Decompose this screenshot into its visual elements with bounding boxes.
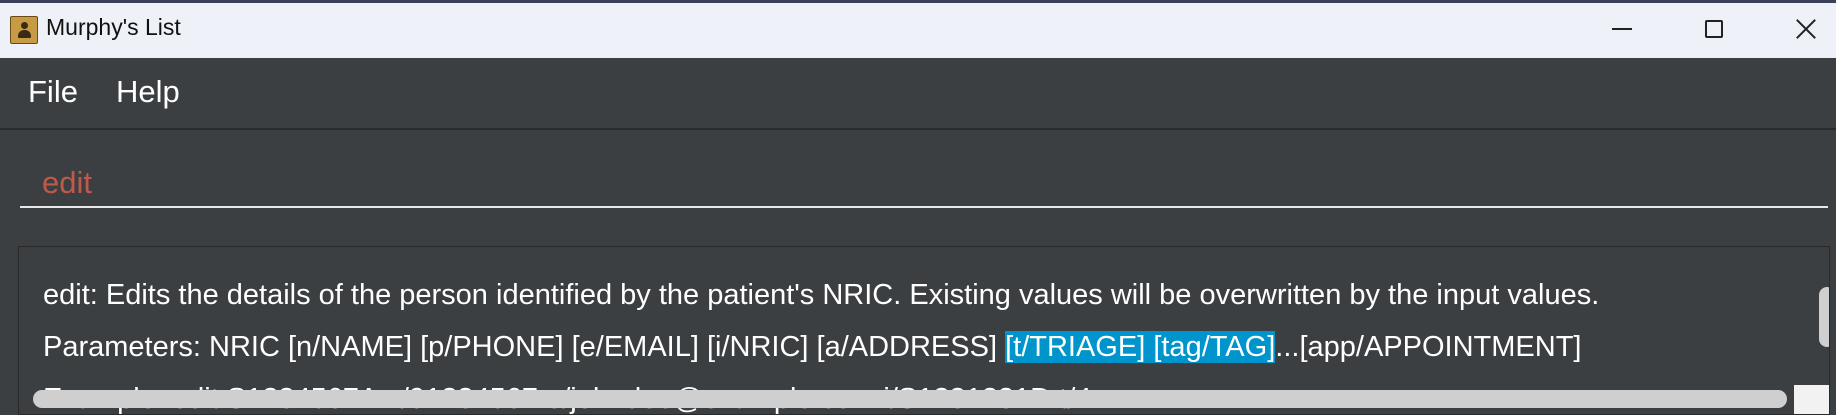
person-body-shape: [18, 30, 31, 38]
title-bar-edge: [0, 0, 1836, 3]
result-line-1: edit: Edits the details of the person id…: [43, 279, 1600, 311]
person-head-shape: [21, 22, 28, 29]
menu-bar: File Help: [0, 58, 1836, 130]
minimize-icon: [1612, 28, 1632, 30]
command-input[interactable]: [20, 160, 1828, 208]
title-bar: Murphy's List: [0, 0, 1836, 58]
menu-help[interactable]: Help: [116, 74, 180, 110]
close-icon: [1795, 18, 1817, 40]
selected-text-highlight: [t/TRIAGE] [tag/TAG]: [1005, 331, 1276, 363]
maximize-icon: [1705, 20, 1723, 38]
parameters-text-rest: ...[app/APPOINTMENT]: [1275, 331, 1582, 363]
maximize-button[interactable]: [1668, 0, 1760, 58]
scrollbar-corner: [1794, 385, 1829, 414]
parameters-text: Parameters: NRIC [n/NAME] [p/PHONE] [e/E…: [43, 331, 1006, 363]
address-book-icon: [10, 16, 38, 44]
close-button[interactable]: [1760, 0, 1836, 58]
window-title: Murphy's List: [46, 14, 181, 40]
result-line-2: Parameters: NRIC [n/NAME] [p/PHONE] [e/E…: [43, 321, 1803, 373]
menu-file[interactable]: File: [28, 74, 78, 110]
result-display[interactable]: edit: Edits the details of the person id…: [18, 246, 1830, 415]
vertical-scrollbar-thumb[interactable]: [1819, 287, 1829, 347]
minimize-button[interactable]: [1576, 0, 1668, 58]
horizontal-scrollbar-thumb[interactable]: [33, 390, 1787, 408]
command-box: [0, 130, 1836, 240]
